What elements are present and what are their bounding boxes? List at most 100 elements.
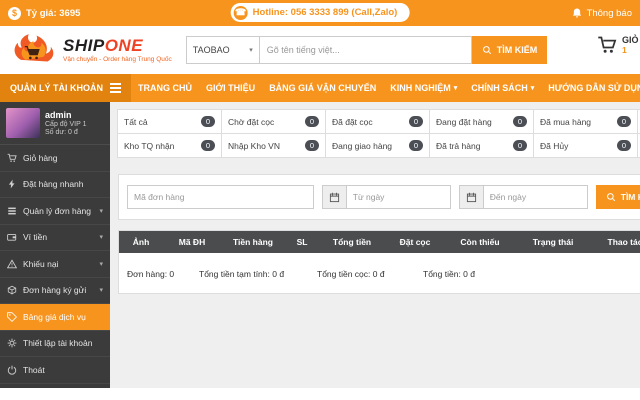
user-profile: admin Cấp độ VIP 1 Số dư: 0 đ: [0, 102, 110, 145]
main-panel: Tất cả 0 Chờ đặt cọc 0 Đã đặt cọc 0 Đang đặ…: [110, 102, 640, 388]
exchange-rate-label: Tỷ giá: 3695: [26, 7, 81, 19]
summary-deposit-total: Tổng tiền cọc: 0 đ: [317, 269, 385, 279]
status-count-badge: 0: [408, 116, 423, 127]
sidebar-item-label: Giỏ hàng: [23, 152, 58, 163]
notifications-button[interactable]: Thông báo: [571, 7, 632, 19]
status-tab-all[interactable]: Tất cả 0: [117, 109, 222, 134]
order-code-input[interactable]: [127, 185, 314, 209]
user-balance: Số dư: 0 đ: [45, 129, 78, 136]
status-tab-label: Đã Hủy: [540, 140, 569, 151]
gear-icon: [7, 338, 17, 348]
sidebar-item-label: Khiếu nại: [23, 258, 59, 269]
product-search-button-label: TÌM KIẾM: [496, 45, 538, 55]
search-icon: [606, 193, 615, 202]
sidebar: admin Cấp độ VIP 1 Số dư: 0 đ Giỏ hàng Đ…: [0, 102, 110, 388]
cart-count: 1: [622, 45, 627, 55]
from-date-input[interactable]: [345, 185, 451, 209]
search-source-select[interactable]: TAOBAO ▾: [185, 36, 260, 64]
status-tab-label: Chờ đặt cọc: [228, 116, 275, 127]
column-header-remaining: Còn thiếu: [460, 237, 500, 247]
status-count-badge: 0: [616, 140, 631, 151]
nav-item-label: TRANG CHỦ: [138, 83, 192, 93]
sidebar-item-label: Ví tiền: [23, 232, 48, 243]
avatar: [6, 108, 40, 138]
calendar-icon[interactable]: [321, 185, 346, 209]
status-count-badge: 0: [200, 116, 215, 127]
to-date-input[interactable]: [482, 185, 588, 209]
order-status-tabs: Tất cả 0 Chờ đặt cọc 0 Đã đặt cọc 0 Đang đặ…: [117, 109, 640, 158]
column-header-status: Trạng thái: [532, 237, 574, 247]
status-tab-label: Đang đặt hàng: [436, 116, 492, 127]
user-name: admin: [45, 110, 72, 120]
column-header-actions: Thao tác: [607, 237, 640, 247]
cart-icon: [7, 153, 17, 162]
product-search-bar: TAOBAO ▾ TÌM KIẾM: [185, 36, 548, 64]
brand-name-ship: SHIP: [63, 36, 105, 55]
status-count-badge: 0: [512, 140, 527, 151]
sidebar-item-account-settings[interactable]: Thiết lập tài khoản: [0, 331, 110, 357]
sidebar-item-cart[interactable]: Giỏ hàng: [0, 145, 110, 172]
sidebar-item-order-management[interactable]: Quản lý đơn hàng ▾: [0, 198, 110, 225]
topbar: $ Tỷ giá: 3695 ☎ Hotline: 056 3333 899 (…: [0, 0, 640, 26]
nav-item-home[interactable]: TRANG CHỦ: [131, 74, 199, 102]
sidebar-item-consignment-orders[interactable]: Đơn hàng ký gửi ▾: [0, 278, 110, 304]
cart-label: GIỎ HÀNG: [622, 35, 640, 45]
status-count-badge: 0: [200, 140, 215, 151]
status-tab-cancelled[interactable]: Đã Hủy 0: [533, 133, 638, 158]
status-tab-ordering[interactable]: Đang đặt hàng 0: [429, 109, 534, 134]
status-tab-vn-warehouse[interactable]: Nhập Kho VN 0: [221, 133, 326, 158]
chevron-down-icon: ▾: [99, 287, 103, 295]
orders-summary-row: Đơn hàng: 0 Tổng tiền tạm tính: 0 đ Tổng…: [119, 253, 640, 293]
nav-item-experience[interactable]: KINH NGHIỆM ▾: [383, 74, 464, 102]
status-tab-deposited[interactable]: Đã đặt cọc 0: [325, 109, 430, 134]
sidebar-item-wallet[interactable]: Ví tiền ▾: [0, 225, 110, 251]
sidebar-item-label: Quản lý đơn hàng: [23, 205, 91, 216]
nav-item-label: CHÍNH SÁCH: [471, 83, 528, 93]
status-tab-delivering[interactable]: Đang giao hàng 0: [325, 133, 430, 158]
orders-table: Ảnh Mã ĐH Tiền hàng SL Tổng tiền Đặt cọc…: [118, 230, 640, 294]
box-icon: [7, 286, 17, 295]
sidebar-item-service-prices[interactable]: Bảng giá dịch vụ: [0, 304, 110, 331]
main-nav: QUẢN LÝ TÀI KHOẢN TRANG CHỦ GIỚI THIỆU B…: [0, 74, 640, 102]
nav-item-user-guide[interactable]: HƯỚNG DẪN SỬ DỤNG: [541, 74, 640, 102]
nav-account-menu[interactable]: QUẢN LÝ TÀI KHOẢN: [0, 74, 131, 102]
sidebar-item-logout[interactable]: Thoát: [0, 357, 110, 384]
nav-item-about[interactable]: GIỚI THIỆU: [199, 74, 262, 102]
status-tab-purchased[interactable]: Đã mua hàng 0: [533, 109, 638, 134]
sidebar-item-complaints[interactable]: Khiếu nại ▾: [0, 251, 110, 278]
chevron-down-icon: ▾: [249, 47, 253, 54]
status-tab-label: Kho TQ nhận: [124, 140, 175, 151]
flame-cart-logo-icon: [14, 33, 54, 61]
hotline-label: Hotline: 056 3333 899 (Call,Zalo): [252, 7, 398, 18]
nav-item-policy[interactable]: CHÍNH SÁCH ▾: [464, 74, 541, 102]
nav-item-shipping-prices[interactable]: BẢNG GIÁ VẬN CHUYỂN: [262, 74, 383, 102]
status-count-badge: 0: [304, 140, 319, 151]
sidebar-item-label: Thiết lập tài khoản: [23, 338, 93, 349]
chevron-down-icon: ▾: [99, 234, 103, 242]
sidebar-item-label: Đơn hàng ký gửi: [23, 285, 87, 296]
column-header-order-code: Mã ĐH: [178, 237, 206, 247]
filter-search-button[interactable]: TÌM KIẾM: [595, 185, 640, 209]
product-search-button[interactable]: TÌM KIẾM: [471, 36, 548, 64]
status-count-badge: 0: [616, 116, 631, 127]
chevron-down-icon: ▾: [99, 207, 103, 215]
nav-item-label: HƯỚNG DẪN SỬ DỤNG: [548, 83, 640, 93]
brand-logo[interactable]: SHIPONE Vận chuyển - Order hàng Trung Qu…: [10, 33, 172, 68]
header-cart-button[interactable]: GIỎ HÀNG 1: [597, 35, 640, 55]
product-search-input[interactable]: [259, 36, 472, 64]
chevron-down-icon: ▾: [530, 85, 535, 92]
status-tab-cn-warehouse[interactable]: Kho TQ nhận 0: [117, 133, 222, 158]
brand-tagline: Vận chuyển - Order hàng Trung Quốc: [63, 56, 172, 63]
phone-icon: ☎: [233, 5, 248, 20]
status-tab-returned[interactable]: Đã trả hàng 0: [429, 133, 534, 158]
dollar-coin-icon: $: [8, 6, 21, 20]
bell-icon: [572, 8, 581, 18]
sidebar-menu: Giỏ hàng Đặt hàng nhanh Quản lý đơn hàng…: [0, 145, 110, 388]
nav-account-label: QUẢN LÝ TÀI KHOẢN: [10, 83, 103, 93]
alert-triangle-icon: [7, 259, 17, 268]
hotline-pill: ☎ Hotline: 056 3333 899 (Call,Zalo): [230, 3, 410, 22]
sidebar-item-quick-order[interactable]: Đặt hàng nhanh: [0, 172, 110, 198]
status-tab-awaiting-deposit[interactable]: Chờ đặt cọc 0: [221, 109, 326, 134]
calendar-icon[interactable]: [458, 185, 483, 209]
bolt-icon: [8, 179, 15, 189]
